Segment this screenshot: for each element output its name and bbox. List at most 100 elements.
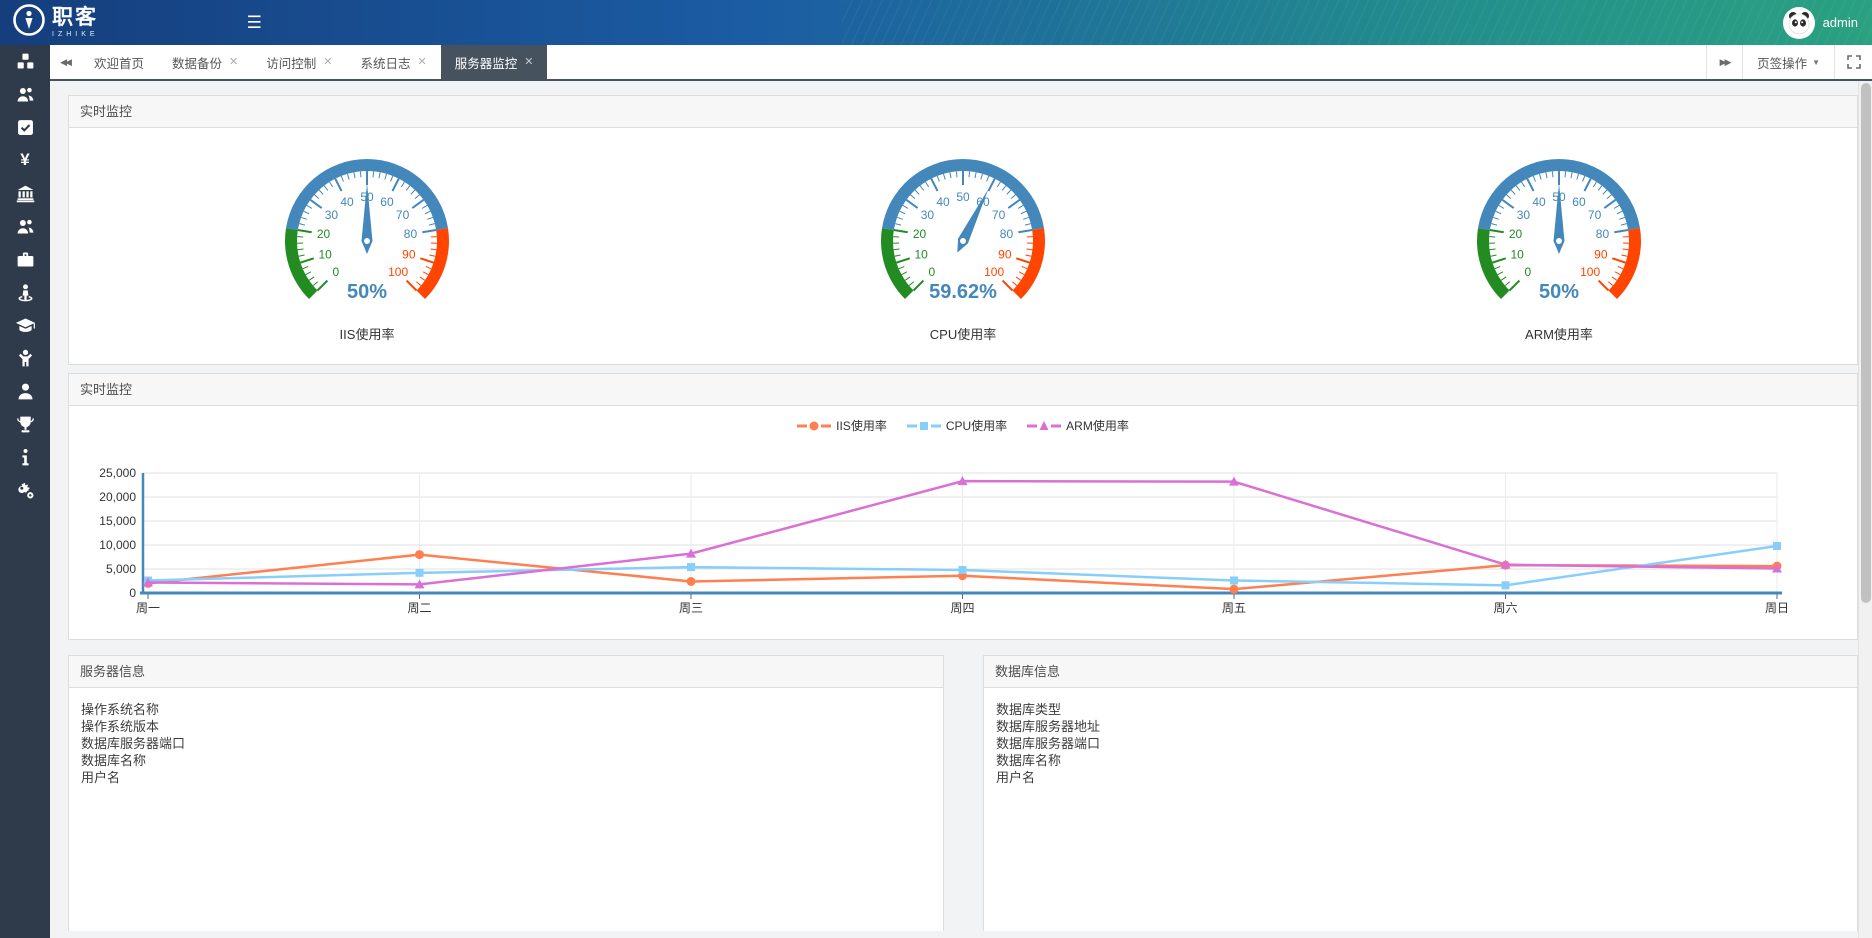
- gauge-value: 59.62%: [929, 281, 997, 303]
- sidebar-item-child[interactable]: [0, 342, 50, 375]
- sidebar-item-users-2[interactable]: [0, 210, 50, 243]
- svg-text:0: 0: [1525, 265, 1532, 279]
- svg-text:周三: 周三: [679, 601, 703, 615]
- svg-text:40: 40: [936, 195, 950, 209]
- sidebar-item-users[interactable]: [0, 78, 50, 111]
- tab-label: 系统日志: [360, 53, 410, 72]
- tab-close-icon[interactable]: ✕: [418, 57, 427, 68]
- gears-icon: [15, 480, 36, 501]
- svg-text:20,000: 20,000: [99, 490, 136, 504]
- server-info-panel: 服务器信息 操作系统名称操作系统版本数据库服务器端口数据库名称用户名: [68, 655, 944, 931]
- database-info-panel: 数据库信息 数据库类型数据库服务器地址数据库服务器端口数据库名称用户名: [983, 655, 1858, 931]
- info-item: 用户名: [996, 769, 1845, 786]
- svg-text:90: 90: [402, 248, 416, 262]
- svg-text:20: 20: [1509, 227, 1523, 241]
- svg-text:0: 0: [929, 265, 936, 279]
- tab-数据备份[interactable]: 数据备份✕: [158, 45, 252, 79]
- tab-operations-label: 页签操作: [1757, 53, 1807, 72]
- svg-text:80: 80: [1000, 227, 1014, 241]
- legend-label: ARM使用率: [1066, 417, 1129, 434]
- tabs-scroll-right-icon[interactable]: ▶▶: [1706, 45, 1742, 79]
- tab-系统日志[interactable]: 系统日志 ✕: [346, 45, 440, 79]
- sidebar-item-yen[interactable]: ¥: [0, 144, 50, 177]
- legend-marker-icon: [1027, 420, 1061, 432]
- info-item: 数据库服务器地址: [996, 718, 1845, 735]
- street-view-icon: [15, 282, 36, 303]
- menu-toggle-icon[interactable]: ☰: [247, 13, 262, 33]
- svg-text:70: 70: [396, 208, 410, 222]
- users-icon: [15, 84, 36, 105]
- svg-text:20: 20: [317, 227, 331, 241]
- graduation-cap-icon: [15, 315, 36, 336]
- tab-close-icon[interactable]: ✕: [323, 57, 332, 68]
- gauge-title: IIS使用率: [340, 324, 395, 343]
- top-navbar: 职客 IZHIKE ☰ admin: [0, 0, 1872, 45]
- svg-text:25,000: 25,000: [99, 466, 136, 480]
- logo-icon: [12, 3, 46, 42]
- tab-close-icon[interactable]: ✕: [524, 57, 533, 68]
- tabs-scroll-left-icon[interactable]: ◀◀: [50, 45, 80, 79]
- sidebar-item-gears[interactable]: [0, 474, 50, 507]
- sidebar-item-user[interactable]: [0, 375, 50, 408]
- legend-marker-icon: [907, 420, 941, 432]
- usage-line-chart: 05,00010,00015,00020,00025,000周一周二周三周四周五…: [69, 406, 1857, 640]
- gauge-cell-CPU使用率: 010203040506070809010059.62%CPU使用率: [665, 128, 1261, 365]
- sidebar-item-bank[interactable]: [0, 177, 50, 210]
- info-item: 数据库服务器端口: [996, 735, 1845, 752]
- child-icon: [15, 348, 36, 369]
- svg-text:0: 0: [333, 265, 340, 279]
- sidebar-item-info[interactable]: [0, 441, 50, 474]
- sidebar-item-street-view[interactable]: [0, 276, 50, 309]
- gauge-value: 50%: [1539, 281, 1579, 303]
- chart-panel-title: 实时监控: [69, 374, 1857, 406]
- gauge-IIS使用率: 010203040506070809010050%: [237, 136, 497, 312]
- logo-subtext: IZHIKE: [52, 31, 99, 38]
- sidebar-item-briefcase[interactable]: [0, 243, 50, 276]
- tab-close-icon[interactable]: ✕: [229, 57, 238, 68]
- fullscreen-toggle-icon[interactable]: [1834, 45, 1872, 79]
- gauge-title: CPU使用率: [930, 324, 996, 343]
- database-info-title: 数据库信息: [984, 656, 1857, 688]
- svg-text:15,000: 15,000: [99, 514, 136, 528]
- username-label: admin: [1823, 15, 1858, 30]
- svg-text:周一: 周一: [136, 601, 160, 615]
- svg-text:周日: 周日: [1765, 601, 1789, 615]
- scrollbar-thumb[interactable]: [1861, 83, 1871, 603]
- sidebar-item-trophy[interactable]: [0, 408, 50, 441]
- gauge-title: ARM使用率: [1525, 324, 1593, 343]
- svg-text:5,000: 5,000: [106, 562, 136, 576]
- gauge-cell-IIS使用率: 010203040506070809010050%IIS使用率: [69, 128, 665, 365]
- cubes-icon: [15, 51, 36, 72]
- tab-服务器监控[interactable]: 服务器监控✕: [441, 45, 548, 79]
- gauges-panel: 实时监控 010203040506070809010050%IIS使用率0102…: [68, 95, 1858, 365]
- sidebar-item-cubes[interactable]: [0, 45, 50, 78]
- caret-down-icon: ▼: [1812, 58, 1820, 67]
- svg-text:40: 40: [340, 195, 354, 209]
- legend-label: CPU使用率: [946, 417, 1007, 434]
- svg-text:90: 90: [1594, 248, 1608, 262]
- legend-item-CPU使用率[interactable]: CPU使用率: [907, 417, 1007, 434]
- info-item: 数据库服务器端口: [81, 735, 931, 752]
- user-icon: [15, 381, 36, 402]
- info-item: 用户名: [81, 769, 931, 786]
- tab-欢迎首页[interactable]: 欢迎首页: [80, 45, 158, 79]
- info-item: 操作系统版本: [81, 718, 931, 735]
- sidebar-item-graduation-cap[interactable]: [0, 309, 50, 342]
- svg-text:70: 70: [992, 208, 1006, 222]
- legend-item-ARM使用率[interactable]: ARM使用率: [1027, 417, 1129, 434]
- svg-text:100: 100: [984, 265, 1004, 279]
- user-menu[interactable]: admin: [1783, 0, 1858, 45]
- vertical-scrollbar[interactable]: [1858, 81, 1872, 938]
- sidebar-item-check-square[interactable]: [0, 111, 50, 144]
- legend-item-IIS使用率[interactable]: IIS使用率: [797, 417, 887, 434]
- svg-text:80: 80: [404, 227, 418, 241]
- svg-text:20: 20: [913, 227, 927, 241]
- svg-text:10: 10: [914, 248, 928, 262]
- svg-text:10: 10: [1510, 248, 1524, 262]
- app-logo[interactable]: 职客 IZHIKE: [0, 3, 99, 42]
- svg-text:100: 100: [388, 265, 408, 279]
- svg-text:30: 30: [921, 208, 935, 222]
- tab-operations-dropdown[interactable]: 页签操作 ▼: [1742, 45, 1834, 79]
- svg-text:30: 30: [325, 208, 339, 222]
- tab-访问控制[interactable]: 访问控制✕: [252, 45, 346, 79]
